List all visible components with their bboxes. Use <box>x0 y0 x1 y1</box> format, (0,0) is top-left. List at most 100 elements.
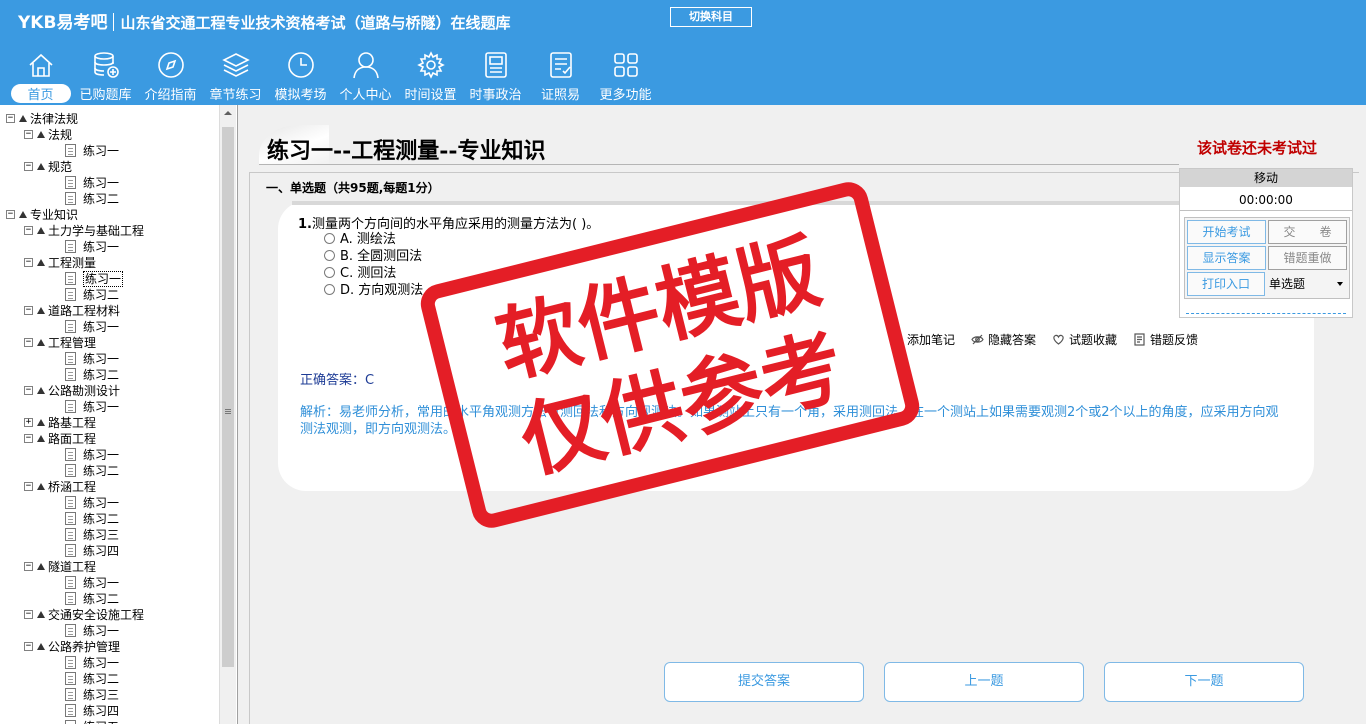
tree-leaf[interactable]: 练习一 <box>3 239 219 255</box>
tree-leaf[interactable]: 练习二 <box>3 287 219 303</box>
radio-icon[interactable] <box>324 284 335 295</box>
tree-leaf[interactable]: 练习一 <box>3 447 219 463</box>
question-text: 测量两个方向间的水平角应采用的测量方法为( )。 <box>311 217 600 232</box>
collapse-icon[interactable]: − <box>24 610 33 619</box>
scroll-thumb[interactable] <box>222 127 234 667</box>
tree-folder[interactable]: − 规范 <box>3 159 219 175</box>
tree-folder[interactable]: − 交通安全设施工程 <box>3 607 219 623</box>
document-icon <box>65 192 76 205</box>
tree-leaf[interactable]: 练习五 <box>3 719 219 724</box>
tree-folder[interactable]: − 法律法规 <box>3 111 219 127</box>
collapse-icon[interactable]: − <box>24 434 33 443</box>
collapse-icon[interactable]: − <box>24 130 33 139</box>
collapse-icon[interactable]: − <box>24 162 33 171</box>
tree-leaf[interactable]: 练习二 <box>3 671 219 687</box>
hide-answer-button[interactable]: 隐藏答案 <box>971 331 1036 348</box>
scroll-up-icon[interactable] <box>224 111 232 115</box>
collapse-icon[interactable]: − <box>24 482 33 491</box>
show-answer-button[interactable]: 显示答案 <box>1187 246 1266 270</box>
tree-folder[interactable]: − 公路养护管理 <box>3 639 219 655</box>
option-d[interactable]: D. 方向观测法 <box>324 282 423 299</box>
hand-in-button[interactable]: 交 卷 <box>1268 220 1347 244</box>
action-label: 添加笔记 <box>907 333 956 347</box>
question-type-select[interactable]: 单选题 <box>1267 272 1347 296</box>
prev-question-button[interactable]: 上一题 <box>884 662 1084 702</box>
toolbar-purchased[interactable]: 已购题库 <box>73 50 138 104</box>
tree-leaf[interactable]: 练习一 <box>3 175 219 191</box>
tree-folder[interactable]: − 桥涵工程 <box>3 479 219 495</box>
toolbar-label: 时间设置 <box>404 88 457 103</box>
tree-scrollbar[interactable] <box>219 105 236 724</box>
toolbar-politics[interactable]: 时事政治 <box>463 50 528 104</box>
tree-leaf[interactable]: 练习一 <box>3 495 219 511</box>
submit-answer-button[interactable]: 提交答案 <box>664 662 864 702</box>
switch-subject-button[interactable]: 切换科目 <box>670 7 752 27</box>
tree-leaf[interactable]: 练习一 <box>3 319 219 335</box>
tree-folder[interactable]: − 专业知识 <box>3 207 219 223</box>
toolbar-profile[interactable]: 个人中心 <box>333 50 398 104</box>
collapse-icon[interactable]: − <box>24 258 33 267</box>
tree-leaf[interactable]: 练习二 <box>3 463 219 479</box>
collapse-icon[interactable]: − <box>6 114 15 123</box>
radio-icon[interactable] <box>324 250 335 261</box>
collapse-icon[interactable]: − <box>6 210 15 219</box>
tree-leaf[interactable]: 练习二 <box>3 191 219 207</box>
collapse-icon[interactable]: − <box>24 338 33 347</box>
collapse-icon[interactable]: − <box>24 386 33 395</box>
toolbar-chapter[interactable]: 章节练习 <box>203 50 268 104</box>
tree-label: 练习一 <box>83 656 120 670</box>
tree-folder[interactable]: + 路基工程 <box>3 415 219 431</box>
toolbar-more[interactable]: 更多功能 <box>593 50 658 104</box>
next-question-button[interactable]: 下一题 <box>1104 662 1304 702</box>
toolbar-mock[interactable]: 模拟考场 <box>268 50 333 104</box>
option-a[interactable]: A. 测绘法 <box>324 231 396 248</box>
tree-leaf[interactable]: 练习一 <box>3 623 219 639</box>
tree-leaf[interactable]: 练习三 <box>3 687 219 703</box>
tree-leaf[interactable]: 练习二 <box>3 591 219 607</box>
option-b[interactable]: B. 全圆测回法 <box>324 248 422 265</box>
tree-folder[interactable]: − 道路工程材料 <box>3 303 219 319</box>
favorite-button[interactable]: 试题收藏 <box>1052 331 1117 348</box>
tree-leaf[interactable]: 练习一 <box>3 575 219 591</box>
document-icon <box>65 448 76 461</box>
tree-leaf[interactable]: 练习四 <box>3 543 219 559</box>
report-error-button[interactable]: 错题反馈 <box>1133 331 1198 348</box>
folder-icon <box>19 211 27 218</box>
tree-leaf[interactable]: 练习一 <box>3 143 219 159</box>
tree-leaf[interactable]: 练习三 <box>3 527 219 543</box>
document-icon <box>65 352 76 365</box>
collapse-icon[interactable]: − <box>24 306 33 315</box>
print-button[interactable]: 打印入口 <box>1187 272 1266 296</box>
tree-folder[interactable]: − 土力学与基础工程 <box>3 223 219 239</box>
toolbar-label: 已购题库 <box>79 88 132 103</box>
app-header: YKB易考吧 山东省交通工程专业技术资格考试（道路与桥隧）在线题库 切换科目 首页… <box>0 0 1366 105</box>
toolbar-time-settings[interactable]: 时间设置 <box>398 50 463 104</box>
timer-drag-handle[interactable]: 移动 <box>1180 169 1352 187</box>
radio-icon[interactable] <box>324 233 335 244</box>
tree-leaf[interactable]: 练习一 <box>3 655 219 671</box>
radio-icon[interactable] <box>324 267 335 278</box>
expand-icon[interactable]: + <box>24 418 33 427</box>
tree-leaf[interactable]: 练习一 <box>3 399 219 415</box>
tree-folder[interactable]: − 工程管理 <box>3 335 219 351</box>
collapse-icon[interactable]: − <box>24 226 33 235</box>
toolbar-license[interactable]: 证照易 <box>528 50 593 104</box>
redo-wrong-button[interactable]: 错题重做 <box>1268 246 1347 270</box>
toolbar-home[interactable]: 首页 <box>8 50 73 104</box>
start-exam-button[interactable]: 开始考试 <box>1187 220 1266 244</box>
tree-leaf[interactable]: 练习一 <box>3 351 219 367</box>
collapse-icon[interactable]: − <box>24 562 33 571</box>
tree-leaf[interactable]: 练习四 <box>3 703 219 719</box>
option-c[interactable]: C. 测回法 <box>324 265 396 282</box>
tree-folder[interactable]: − 隧道工程 <box>3 559 219 575</box>
tree-folder[interactable]: − 路面工程 <box>3 431 219 447</box>
toolbar-guide[interactable]: 介绍指南 <box>138 50 203 104</box>
tree-folder[interactable]: − 工程测量 <box>3 255 219 271</box>
collapse-icon[interactable]: − <box>24 642 33 651</box>
tree-folder[interactable]: − 公路勘测设计 <box>3 383 219 399</box>
document-icon <box>65 144 76 157</box>
tree-leaf[interactable]: 练习二 <box>3 367 219 383</box>
tree-leaf[interactable]: 练习一 <box>3 271 219 287</box>
tree-folder[interactable]: − 法规 <box>3 127 219 143</box>
tree-leaf[interactable]: 练习二 <box>3 511 219 527</box>
